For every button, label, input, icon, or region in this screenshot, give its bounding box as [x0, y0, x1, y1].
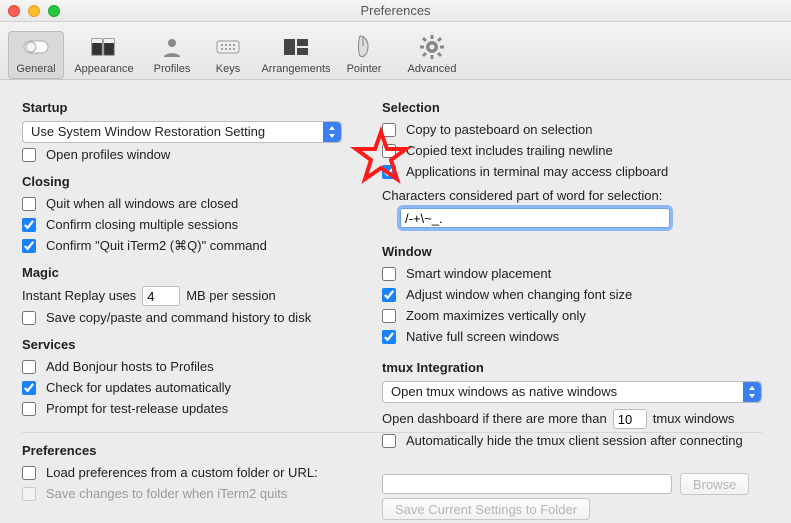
zoom-vertical-label: Zoom maximizes vertically only [406, 307, 586, 325]
confirm-multi-label: Confirm closing multiple sessions [46, 216, 238, 234]
tab-general-label: General [8, 63, 64, 75]
tab-advanced-label: Advanced [392, 63, 472, 75]
native-fullscreen-label: Native full screen windows [406, 328, 559, 346]
tab-pointer[interactable]: Pointer [336, 31, 392, 79]
prefs-folder-input [382, 474, 672, 494]
keys-icon [212, 33, 244, 61]
tab-arrangements[interactable]: Arrangements [256, 31, 336, 79]
confirm-multi-checkbox[interactable] [22, 218, 36, 232]
updates-label: Check for updates automatically [46, 379, 231, 397]
open-profiles-label: Open profiles window [46, 146, 170, 164]
load-prefs-checkbox[interactable] [22, 466, 36, 480]
confirm-quit-checkbox[interactable] [22, 239, 36, 253]
save-prefs-checkbox [22, 487, 36, 501]
startup-dropdown-value: Use System Window Restoration Setting [31, 123, 265, 141]
adjust-font-checkbox[interactable] [382, 288, 396, 302]
tmux-dash-pre: Open dashboard if there are more than [382, 410, 607, 428]
preferences-toolbar: General Appearance Profiles Keys Arrange… [0, 22, 791, 80]
confirm-quit-label: Confirm "Quit iTerm2 (⌘Q)" command [46, 237, 267, 255]
quit-all-label: Quit when all windows are closed [46, 195, 238, 213]
bonjour-label: Add Bonjour hosts to Profiles [46, 358, 214, 376]
tmux-autohide-label: Automatically hide the tmux client sessi… [406, 432, 743, 450]
startup-dropdown[interactable]: Use System Window Restoration Setting [22, 121, 342, 143]
tab-appearance-label: Appearance [64, 63, 144, 75]
chevron-updown-icon [323, 122, 341, 142]
load-prefs-label: Load preferences from a custom folder or… [46, 464, 318, 482]
tab-advanced[interactable]: Advanced [392, 31, 472, 79]
switch-icon [20, 33, 52, 61]
save-copy-checkbox[interactable] [22, 311, 36, 325]
tmux-dash-post: tmux windows [653, 410, 735, 428]
copy-pasteboard-label: Copy to pasteboard on selection [406, 121, 592, 139]
tab-appearance[interactable]: Appearance [64, 31, 144, 79]
window-title: Preferences [360, 3, 430, 18]
trailing-newline-label: Copied text includes trailing newline [406, 142, 613, 160]
tab-profiles[interactable]: Profiles [144, 31, 200, 79]
tab-keys[interactable]: Keys [200, 31, 256, 79]
instant-replay-input[interactable] [142, 286, 180, 306]
startup-title: Startup [22, 100, 362, 115]
zoom-window-button[interactable] [48, 5, 60, 17]
left-column: Startup Use System Window Restoration Se… [22, 90, 362, 513]
selection-title: Selection [382, 100, 773, 115]
tab-keys-label: Keys [200, 63, 256, 75]
save-prefs-label: Save changes to folder when iTerm2 quits [46, 485, 287, 503]
quit-all-checkbox[interactable] [22, 197, 36, 211]
window-controls [8, 5, 60, 17]
word-chars-input[interactable] [400, 208, 670, 228]
apps-clipboard-checkbox[interactable] [382, 165, 396, 179]
browse-button[interactable]: Browse [680, 473, 749, 495]
closing-title: Closing [22, 174, 362, 189]
profiles-icon [156, 33, 188, 61]
pointer-icon [348, 33, 380, 61]
smart-placement-checkbox[interactable] [382, 267, 396, 281]
tmux-dropdown-value: Open tmux windows as native windows [391, 383, 617, 401]
test-release-checkbox[interactable] [22, 402, 36, 416]
zoom-vertical-checkbox[interactable] [382, 309, 396, 323]
arrangements-icon [280, 33, 312, 61]
apps-clipboard-label: Applications in terminal may access clip… [406, 163, 668, 181]
tab-arrangements-label: Arrangements [256, 63, 336, 75]
trailing-newline-checkbox[interactable] [382, 144, 396, 158]
preferences-section-title: Preferences [22, 443, 362, 458]
close-window-button[interactable] [8, 5, 20, 17]
tmux-title: tmux Integration [382, 360, 773, 375]
instant-replay-pre: Instant Replay uses [22, 287, 136, 305]
updates-checkbox[interactable] [22, 381, 36, 395]
save-settings-button[interactable]: Save Current Settings to Folder [382, 498, 590, 520]
appearance-icon [88, 33, 120, 61]
minimize-window-button[interactable] [28, 5, 40, 17]
window-section-title: Window [382, 244, 773, 259]
services-title: Services [22, 337, 362, 352]
chevron-updown-icon [743, 382, 761, 402]
bonjour-checkbox[interactable] [22, 360, 36, 374]
native-fullscreen-checkbox[interactable] [382, 330, 396, 344]
right-column: Selection Copy to pasteboard on selectio… [382, 90, 773, 513]
save-copy-label: Save copy/paste and command history to d… [46, 309, 311, 327]
titlebar: Preferences [0, 0, 791, 22]
adjust-font-label: Adjust window when changing font size [406, 286, 632, 304]
instant-replay-post: MB per session [186, 287, 276, 305]
copy-pasteboard-checkbox[interactable] [382, 123, 396, 137]
smart-placement-label: Smart window placement [406, 265, 551, 283]
magic-title: Magic [22, 265, 362, 280]
tmux-autohide-checkbox[interactable] [382, 434, 396, 448]
tab-pointer-label: Pointer [336, 63, 392, 75]
tmux-dropdown[interactable]: Open tmux windows as native windows [382, 381, 762, 403]
tab-general[interactable]: General [8, 31, 64, 79]
tmux-dash-input[interactable] [613, 409, 647, 429]
test-release-label: Prompt for test-release updates [46, 400, 228, 418]
content-area: Startup Use System Window Restoration Se… [0, 80, 791, 523]
open-profiles-checkbox[interactable] [22, 148, 36, 162]
gear-icon [416, 33, 448, 61]
tab-profiles-label: Profiles [144, 63, 200, 75]
word-chars-label: Characters considered part of word for s… [382, 187, 662, 205]
